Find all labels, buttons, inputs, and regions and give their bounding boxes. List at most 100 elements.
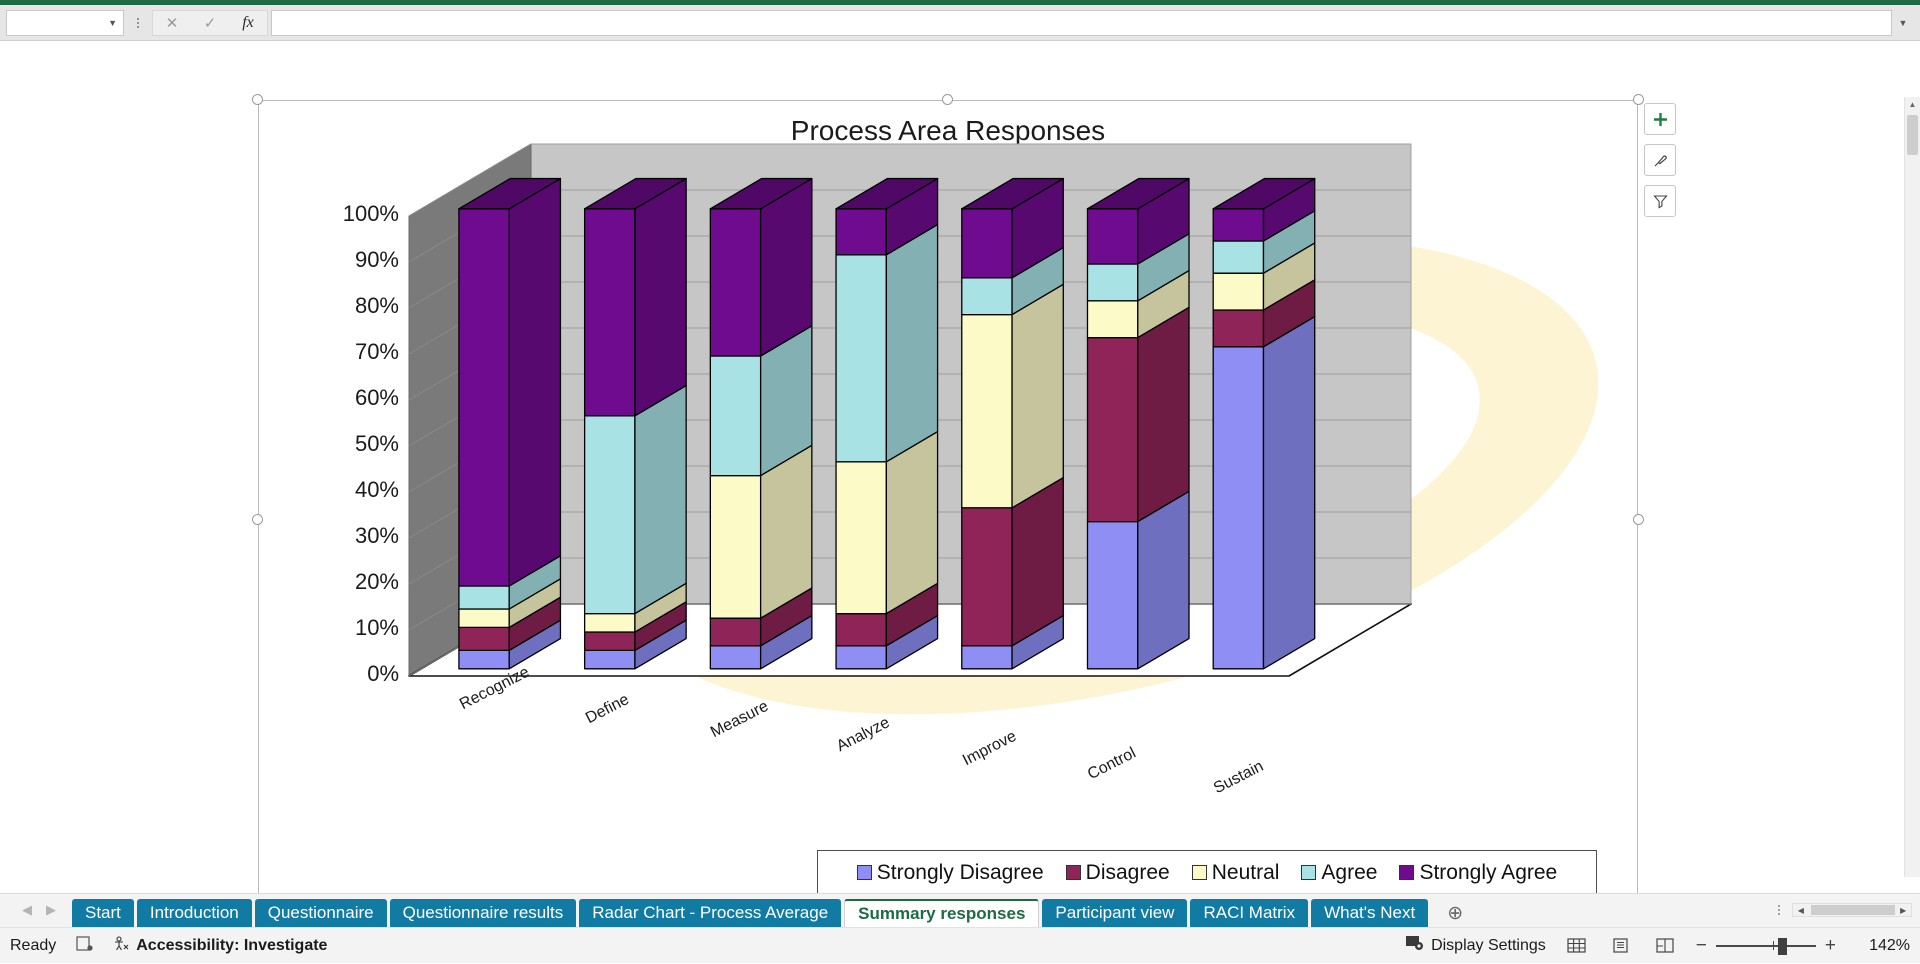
page-icon	[1613, 938, 1628, 953]
zoom-level-label[interactable]: 142%	[1854, 937, 1910, 955]
chart-elements-button[interactable]	[1644, 103, 1676, 135]
legend-label: Strongly Disagree	[876, 860, 1044, 884]
chevron-left-icon[interactable]: ◀	[22, 902, 32, 918]
y-axis-tick-label: 30%	[354, 523, 399, 548]
record-macro-icon[interactable]	[76, 935, 93, 956]
chevron-right-icon[interactable]: ▶	[46, 902, 56, 918]
sheet-tab-start[interactable]: Start	[72, 899, 134, 927]
chart-bar-recognize[interactable]	[458, 177, 562, 670]
chart-object[interactable]: Process Area Responses 0% 10% 20% 30% 40% 50%…	[252, 94, 1676, 893]
zoom-slider[interactable]: − +	[1696, 935, 1836, 957]
scroll-left-icon[interactable]: ◀	[1793, 906, 1809, 915]
chart-plot-area: Process Area Responses 0% 10% 20% 30% 40% 50%…	[259, 101, 1637, 893]
chart-styles-button[interactable]	[1644, 144, 1676, 176]
check-icon[interactable]: ✓	[191, 10, 229, 36]
sheet-tab-raci-matrix[interactable]: RACI Matrix	[1190, 899, 1309, 927]
resize-handle-top-center[interactable]	[942, 94, 953, 105]
formula-action-group: ✕ ✓ fx	[152, 9, 268, 36]
zoom-thumb[interactable]	[1777, 937, 1787, 955]
sheet-tab-summary-responses[interactable]: Summary responses	[844, 899, 1040, 927]
legend-label: Agree	[1321, 860, 1378, 884]
chart-bar-sustain[interactable]	[1212, 177, 1316, 670]
resize-handle-middle-left[interactable]	[252, 514, 263, 525]
y-axis-tick-label: 20%	[354, 569, 399, 594]
grid-icon	[1567, 938, 1586, 953]
sheet-nav-arrows[interactable]: ◀ ▶	[16, 893, 72, 927]
zoom-out-button[interactable]: −	[1696, 935, 1707, 957]
legend-swatch-icon	[1191, 865, 1207, 880]
zoom-track[interactable]	[1715, 937, 1816, 955]
chart-bar-define[interactable]	[583, 177, 687, 670]
resize-handle-middle-right[interactable]	[1633, 514, 1644, 525]
zoom-midpoint-tick	[1772, 940, 1774, 950]
chart-bar-improve[interactable]	[961, 177, 1064, 670]
horizontal-scrollbar[interactable]: ◀ ▶	[1792, 903, 1912, 917]
vertical-scroll-thumb[interactable]	[1907, 115, 1918, 155]
fx-icon[interactable]: fx	[229, 10, 267, 36]
resize-handle-top-right[interactable]	[1633, 94, 1644, 105]
formula-bar: ▼ ✕ ✓ fx ▼	[0, 5, 1920, 41]
legend-swatch-icon	[1399, 865, 1415, 880]
display-settings-icon	[1405, 935, 1425, 956]
scroll-right-icon[interactable]: ▶	[1895, 906, 1911, 915]
legend-item[interactable]: Strongly Disagree	[856, 860, 1044, 885]
accessibility-text[interactable]: Accessibility: Investigate	[136, 937, 327, 955]
worksheet-area[interactable]: ▲ Process Area Responses 0% 10% 20% 30% …	[0, 41, 1920, 893]
legend-item[interactable]: Strongly Agree	[1399, 861, 1557, 885]
y-axis-tick-label: 70%	[354, 339, 399, 364]
legend-label: Disagree	[1085, 860, 1170, 884]
sheet-overflow-button[interactable]	[1770, 905, 1788, 915]
normal-view-button[interactable]	[1564, 935, 1590, 957]
sheet-tab-what-s-next[interactable]: What's Next	[1311, 899, 1429, 927]
resize-handle-top-left[interactable]	[252, 94, 263, 105]
y-axis-tick-label: 0%	[367, 661, 399, 686]
sheet-tab-radar-chart-process-average[interactable]: Radar Chart - Process Average	[579, 899, 842, 927]
legend-swatch-icon	[856, 865, 872, 880]
close-icon[interactable]: ✕	[153, 10, 191, 36]
chart-bar-measure[interactable]	[709, 177, 813, 670]
sheet-tab-participant-view[interactable]: Participant view	[1042, 899, 1188, 927]
y-axis-tick-label: 40%	[354, 477, 399, 502]
add-sheet-button[interactable]: ⊕	[1438, 899, 1472, 927]
page-layout-view-button[interactable]	[1608, 935, 1634, 957]
accessibility-icon	[113, 935, 130, 956]
status-bar: Ready Accessibility: Investigate Display…	[0, 927, 1920, 963]
vertical-scrollbar[interactable]: ▲	[1904, 97, 1920, 877]
legend-swatch-icon	[1301, 865, 1317, 880]
sheet-tabs: Start Introduction Questionnaire Questionna…	[72, 893, 1429, 927]
plus-icon	[1653, 112, 1667, 126]
chart-legend[interactable]: Strongly Disagree Disagree Neutral Agree Str…	[817, 850, 1597, 893]
chevron-down-icon[interactable]: ▼	[108, 18, 117, 28]
page-break-preview-button[interactable]	[1652, 935, 1678, 957]
sheet-tab-questionnaire[interactable]: Questionnaire	[254, 899, 387, 927]
sheet-tab-questionnaire-results[interactable]: Questionnaire results	[389, 899, 577, 927]
chart-canvas	[408, 143, 1412, 677]
legend-label: Strongly Agree	[1419, 860, 1558, 884]
legend-item[interactable]: Neutral	[1191, 861, 1279, 885]
zoom-in-button[interactable]: +	[1825, 935, 1836, 957]
scroll-up-icon[interactable]: ▲	[1905, 97, 1920, 113]
sheet-tab-bar: ◀ ▶ Start Introduction Questionnaire Questi…	[0, 893, 1920, 927]
chevron-down-icon[interactable]: ▼	[1892, 18, 1914, 28]
chart-filters-button[interactable]	[1644, 185, 1676, 217]
chart-tools	[1644, 103, 1676, 217]
y-axis-tick-label: 100%	[342, 201, 399, 226]
formula-input[interactable]	[271, 9, 1892, 36]
y-axis-tick-label: 80%	[354, 293, 399, 318]
y-axis-tick-label: 10%	[354, 615, 399, 640]
legend-item[interactable]: Disagree	[1065, 860, 1170, 885]
sheet-bar-right: ◀ ▶	[1770, 893, 1920, 927]
chart-bar-control[interactable]	[1086, 177, 1190, 670]
y-axis-tick-label: 50%	[354, 431, 399, 456]
y-axis-tick-label: 60%	[354, 385, 399, 410]
legend-item[interactable]: Agree	[1301, 861, 1377, 885]
name-box[interactable]: ▼	[6, 9, 124, 36]
display-settings-text[interactable]: Display Settings	[1431, 937, 1546, 955]
horizontal-scroll-thumb[interactable]	[1810, 905, 1896, 915]
legend-swatch-icon	[1065, 865, 1081, 880]
y-axis-tick-label: 90%	[354, 247, 399, 272]
brush-icon	[1654, 154, 1667, 166]
sheet-tab-introduction[interactable]: Introduction	[136, 899, 252, 927]
formula-bar-overflow-button[interactable]	[124, 10, 152, 36]
chart-bar-analyze[interactable]	[835, 177, 939, 670]
